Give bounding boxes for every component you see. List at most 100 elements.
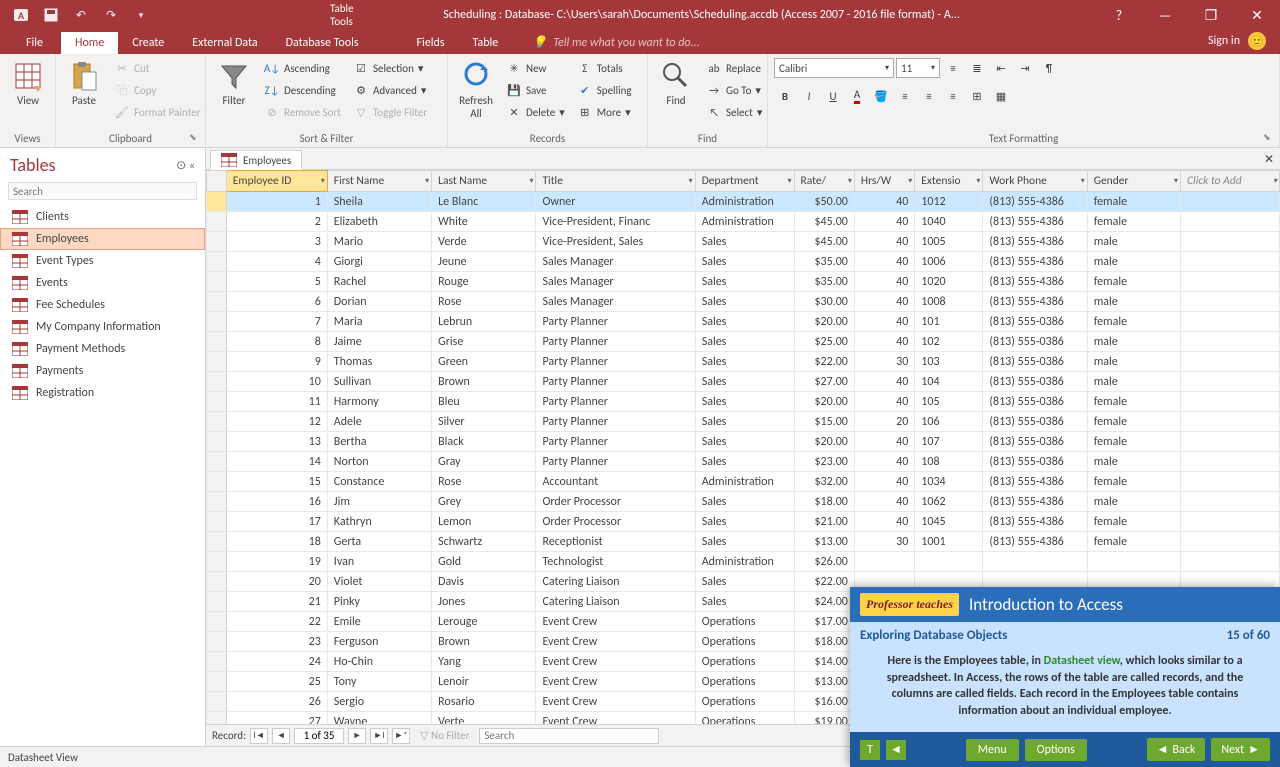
table-row[interactable]: 7MariaLebrunParty PlannerSales$20.004010… [207, 312, 1280, 332]
tutorial-text-icon[interactable]: T [860, 740, 880, 760]
cell[interactable]: Party Planner [536, 432, 695, 452]
cell[interactable]: Administration [695, 552, 794, 572]
cell[interactable]: Administration [695, 212, 794, 232]
cell[interactable] [1181, 532, 1280, 552]
bullets-icon[interactable]: ≡ [942, 58, 964, 78]
tab-create[interactable]: Create [118, 32, 178, 54]
cell[interactable]: Administration [695, 472, 794, 492]
cell[interactable] [207, 432, 227, 452]
access-icon[interactable]: A [8, 2, 34, 28]
cell[interactable] [207, 512, 227, 532]
cell[interactable]: 4 [226, 252, 327, 272]
cell[interactable]: 7 [226, 312, 327, 332]
cell[interactable]: Silver [432, 412, 536, 432]
cell[interactable]: Vice-President, Financ [536, 212, 695, 232]
table-row[interactable]: 1SheilaLe BlancOwnerAdministration$50.00… [207, 192, 1280, 212]
cell[interactable]: 40 [854, 212, 914, 232]
cell[interactable]: Accountant [536, 472, 695, 492]
cell[interactable]: $35.00 [794, 272, 854, 292]
refresh-all-button[interactable]: Refresh All [454, 58, 498, 122]
table-row[interactable]: 4GiorgiJeuneSales ManagerSales$35.004010… [207, 252, 1280, 272]
cell[interactable]: Wayne [327, 712, 431, 725]
table-row[interactable]: 16JimGreyOrder ProcessorSales$18.0040106… [207, 492, 1280, 512]
font-size-select[interactable]: 11▾ [896, 58, 940, 78]
cell[interactable]: Sales [695, 452, 794, 472]
nav-search-input[interactable] [8, 182, 197, 200]
cell[interactable]: Sales [695, 392, 794, 412]
cell[interactable]: Ferguson [327, 632, 431, 652]
cell[interactable] [207, 252, 227, 272]
column-header[interactable]: Department▾ [695, 171, 794, 192]
nav-item-registration[interactable]: Registration [0, 382, 205, 404]
cell[interactable]: 18 [226, 532, 327, 552]
cell[interactable] [207, 332, 227, 352]
save-record-button[interactable]: 💾Save [502, 80, 569, 100]
cell[interactable]: female [1087, 532, 1180, 552]
last-record-button[interactable]: ►I [370, 728, 388, 744]
cell[interactable] [915, 552, 983, 572]
tab-fields[interactable]: Fields [403, 32, 459, 54]
cell[interactable]: Rosario [432, 692, 536, 712]
cell[interactable]: female [1087, 472, 1180, 492]
cell[interactable]: Event Crew [536, 692, 695, 712]
cell[interactable]: Catering Liaison [536, 592, 695, 612]
cell[interactable]: (813) 555-0386 [983, 452, 1087, 472]
cell[interactable]: Harmony [327, 392, 431, 412]
copy-button[interactable]: ⿻Copy [110, 80, 204, 100]
cell[interactable] [207, 552, 227, 572]
numbering-icon[interactable]: ≣ [966, 58, 988, 78]
select-all-corner[interactable] [207, 171, 227, 192]
column-header[interactable]: First Name▾ [327, 171, 431, 192]
cell[interactable] [207, 212, 227, 232]
cell[interactable]: Vice-President, Sales [536, 232, 695, 252]
column-dropdown-icon[interactable]: ▾ [788, 176, 792, 186]
cell[interactable]: Gerta [327, 532, 431, 552]
cell[interactable] [207, 572, 227, 592]
cell[interactable]: 19 [226, 552, 327, 572]
table-row[interactable]: 13BerthaBlackParty PlannerSales$20.00401… [207, 432, 1280, 452]
cell[interactable] [1181, 372, 1280, 392]
column-header[interactable]: Employee ID▾ [226, 171, 327, 192]
qat-customize-icon[interactable]: ▾ [128, 2, 154, 28]
cell[interactable] [207, 372, 227, 392]
cell[interactable] [1181, 212, 1280, 232]
table-row[interactable]: 6DorianRoseSales ManagerSales$30.0040100… [207, 292, 1280, 312]
cell[interactable] [207, 232, 227, 252]
cell[interactable]: $20.00 [794, 432, 854, 452]
cell[interactable]: (813) 555-4386 [983, 232, 1087, 252]
text-direction-icon[interactable]: ¶ [1038, 58, 1060, 78]
close-doc-icon[interactable]: ✕ [1258, 150, 1280, 169]
cell[interactable]: 25 [226, 672, 327, 692]
close-icon[interactable]: ✕ [1234, 0, 1280, 30]
cell[interactable]: 12 [226, 412, 327, 432]
cell[interactable]: 107 [915, 432, 983, 452]
table-row[interactable]: 12AdeleSilverParty PlannerSales$15.00201… [207, 412, 1280, 432]
table-row[interactable]: 10SullivanBrownParty PlannerSales$27.004… [207, 372, 1280, 392]
advanced-button[interactable]: ⚙Advanced ▾ [349, 80, 431, 100]
cell[interactable] [1181, 292, 1280, 312]
cell[interactable]: 27 [226, 712, 327, 725]
cell[interactable]: 30 [854, 532, 914, 552]
tab-database-tools[interactable]: Database Tools [272, 32, 373, 54]
underline-button[interactable]: U [822, 86, 844, 106]
cell[interactable]: 1020 [915, 272, 983, 292]
cell[interactable]: 14 [226, 452, 327, 472]
cell[interactable]: 102 [915, 332, 983, 352]
tutorial-options-button[interactable]: Options [1025, 739, 1087, 761]
cell[interactable]: $45.00 [794, 232, 854, 252]
cell[interactable]: Grise [432, 332, 536, 352]
cell[interactable] [1181, 412, 1280, 432]
cell[interactable]: 40 [854, 192, 914, 212]
cell[interactable]: $18.00 [794, 632, 854, 652]
cell[interactable]: (813) 555-4386 [983, 472, 1087, 492]
cell[interactable]: Verde [432, 232, 536, 252]
cell[interactable]: Sales Manager [536, 292, 695, 312]
cell[interactable]: 16 [226, 492, 327, 512]
nav-item-clients[interactable]: Clients [0, 206, 205, 228]
cell[interactable]: 40 [854, 392, 914, 412]
cell[interactable] [207, 472, 227, 492]
cell[interactable]: female [1087, 312, 1180, 332]
cell[interactable]: 1012 [915, 192, 983, 212]
cell[interactable]: male [1087, 352, 1180, 372]
column-dropdown-icon[interactable]: ▾ [908, 176, 912, 186]
